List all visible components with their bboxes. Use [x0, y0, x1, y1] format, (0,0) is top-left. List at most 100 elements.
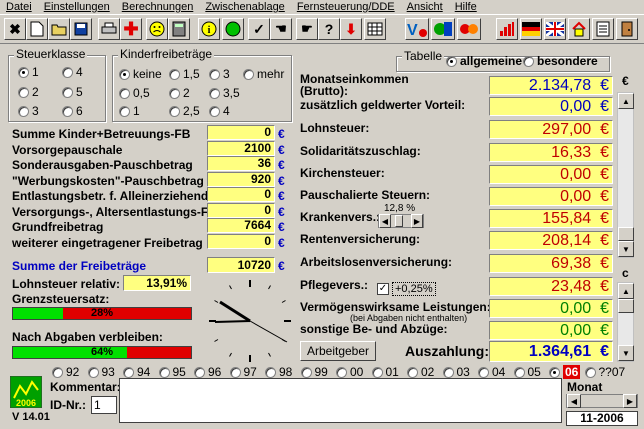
cent-scroll-down[interactable]: ▼	[618, 345, 634, 361]
year-radio-3[interactable]: 95	[158, 365, 186, 379]
monat-slider-right[interactable]: ▶	[623, 394, 637, 408]
kinder-radio-1[interactable]: 1,5	[169, 67, 200, 81]
tabelle-radio-0-dot[interactable]	[446, 55, 457, 67]
kranken-slider-thumb[interactable]	[395, 215, 403, 227]
kranken-slider-left[interactable]: ◀	[379, 214, 391, 228]
smiley-icon[interactable]	[146, 18, 168, 40]
kinder-radio-2[interactable]: 3	[209, 67, 230, 81]
year-radio-11-dot[interactable]	[442, 366, 454, 378]
year-radio-0[interactable]: 92	[52, 365, 79, 379]
year-radio-12[interactable]: 04	[478, 365, 505, 379]
year-radio-15[interactable]: ??07	[584, 365, 625, 379]
year-radio-5-dot[interactable]	[229, 366, 241, 378]
arbeitgeber-button[interactable]: Arbeitgeber	[300, 341, 376, 361]
close-icon[interactable]: ✖	[4, 18, 26, 40]
kinder-radio-8[interactable]: 2,5	[169, 104, 200, 118]
euro-scroll-up[interactable]: ▲	[618, 93, 634, 109]
grid-icon[interactable]	[364, 18, 386, 40]
arrow-down-icon[interactable]: ⬇	[340, 18, 362, 40]
steuerklasse-radio-1-dot[interactable]	[18, 86, 29, 98]
tabelle-radio-0[interactable]: allgemeine	[446, 54, 522, 68]
steuerklasse-radio-2-dot[interactable]	[18, 105, 29, 117]
kinder-radio-5-dot[interactable]	[169, 87, 180, 99]
calculator-icon[interactable]	[168, 18, 190, 40]
steuerklasse-radio-4[interactable]: 5	[62, 85, 83, 99]
monat-slider[interactable]: ◀ ▶	[566, 394, 638, 408]
year-radio-6-dot[interactable]	[265, 366, 276, 378]
new-file-icon[interactable]	[26, 18, 48, 40]
dp-logo-icon[interactable]	[431, 18, 455, 40]
steuerklasse-radio-4-dot[interactable]	[62, 86, 73, 98]
kinder-radio-2-dot[interactable]	[209, 68, 220, 80]
kinder-radio-4[interactable]: 0,5	[119, 86, 150, 100]
year-radio-4[interactable]: 96	[194, 365, 221, 379]
cent-scroll-thumb[interactable]	[618, 299, 634, 313]
kinder-radio-1-dot[interactable]	[169, 68, 180, 80]
year-radio-1-dot[interactable]	[87, 366, 99, 378]
kinder-radio-7[interactable]: 1	[119, 104, 140, 118]
year-radio-4-dot[interactable]	[194, 366, 205, 378]
cent-scrollbar[interactable]: ▲ ▼	[617, 282, 634, 362]
kinder-radio-0-dot[interactable]	[119, 68, 130, 80]
hand-icon[interactable]: ☚	[270, 18, 292, 40]
menu-item-5[interactable]: Ansicht	[401, 0, 449, 14]
id-input[interactable]	[91, 396, 117, 414]
flag-uk-icon[interactable]	[544, 18, 566, 40]
menu-item-1[interactable]: Einstellungen	[38, 0, 116, 14]
euro-scroll-down[interactable]: ▼	[618, 241, 634, 257]
v-logo-icon[interactable]: V	[405, 18, 429, 40]
save-icon[interactable]	[70, 18, 92, 40]
tabelle-radio-1-dot[interactable]	[523, 55, 534, 67]
year-radio-7[interactable]: 99	[300, 365, 328, 379]
steuerklasse-radio-1[interactable]: 2	[18, 85, 39, 99]
year-radio-13[interactable]: 05	[513, 365, 541, 379]
steuerklasse-radio-3-dot[interactable]	[62, 66, 73, 78]
green-circle-icon[interactable]	[222, 18, 244, 40]
list-icon[interactable]	[592, 18, 614, 40]
year-radio-8-dot[interactable]	[336, 366, 347, 378]
monat-slider-left[interactable]: ◀	[567, 394, 581, 408]
kinder-radio-3[interactable]: mehr	[243, 67, 284, 81]
year-radio-9[interactable]: 01	[371, 365, 399, 379]
open-folder-icon[interactable]	[48, 18, 70, 40]
kinder-radio-9-dot[interactable]	[209, 105, 220, 117]
euro-scroll-thumb[interactable]	[618, 227, 634, 241]
cent-scroll-up[interactable]: ▲	[618, 283, 634, 299]
plus-red-icon[interactable]: ✚	[120, 18, 142, 40]
flag-germany-icon[interactable]	[520, 18, 542, 40]
kinder-radio-3-dot[interactable]	[243, 68, 254, 80]
menu-item-0[interactable]: Datei	[0, 0, 38, 14]
kinder-radio-0[interactable]: keine	[119, 67, 162, 81]
year-radio-2[interactable]: 94	[123, 365, 150, 379]
kinder-radio-8-dot[interactable]	[169, 105, 180, 117]
sp-logo-icon[interactable]	[457, 18, 481, 40]
kinder-radio-6[interactable]: 3,5	[209, 86, 240, 100]
kinder-radio-9[interactable]: 4	[209, 104, 230, 118]
kranken-slider-right[interactable]: ▶	[411, 214, 423, 228]
menu-item-4[interactable]: Fernsteuerung/DDE	[291, 0, 401, 14]
kinder-radio-6-dot[interactable]	[209, 87, 220, 99]
year-radio-3-dot[interactable]	[158, 366, 170, 378]
year-radio-5[interactable]: 97	[229, 365, 257, 379]
kinder-radio-7-dot[interactable]	[119, 105, 130, 117]
kommentar-textarea[interactable]	[119, 378, 562, 423]
year-radio-10[interactable]: 02	[407, 365, 434, 379]
kinder-radio-4-dot[interactable]	[119, 87, 130, 99]
menu-item-3[interactable]: Zwischenablage	[199, 0, 291, 14]
steuerklasse-radio-5[interactable]: 6	[62, 104, 83, 118]
year-radio-14[interactable]: 06	[549, 365, 581, 379]
year-radio-15-dot[interactable]	[584, 366, 596, 378]
year-radio-8[interactable]: 00	[336, 365, 363, 379]
year-radio-11[interactable]: 03	[442, 365, 470, 379]
euro-scrollbar[interactable]: ▲ ▼	[617, 92, 634, 258]
steuerklasse-radio-3[interactable]: 4	[62, 65, 83, 79]
check-icon[interactable]: ✓	[248, 18, 270, 40]
help-icon[interactable]: ?	[318, 18, 340, 40]
pflege-checkbox[interactable]: ✓	[377, 283, 389, 295]
print-icon[interactable]	[98, 18, 120, 40]
year-radio-2-dot[interactable]	[123, 366, 134, 378]
year-radio-12-dot[interactable]	[478, 366, 489, 378]
kinder-radio-5[interactable]: 2	[169, 86, 190, 100]
year-radio-0-dot[interactable]	[52, 366, 63, 378]
steuerklasse-radio-2[interactable]: 3	[18, 104, 39, 118]
